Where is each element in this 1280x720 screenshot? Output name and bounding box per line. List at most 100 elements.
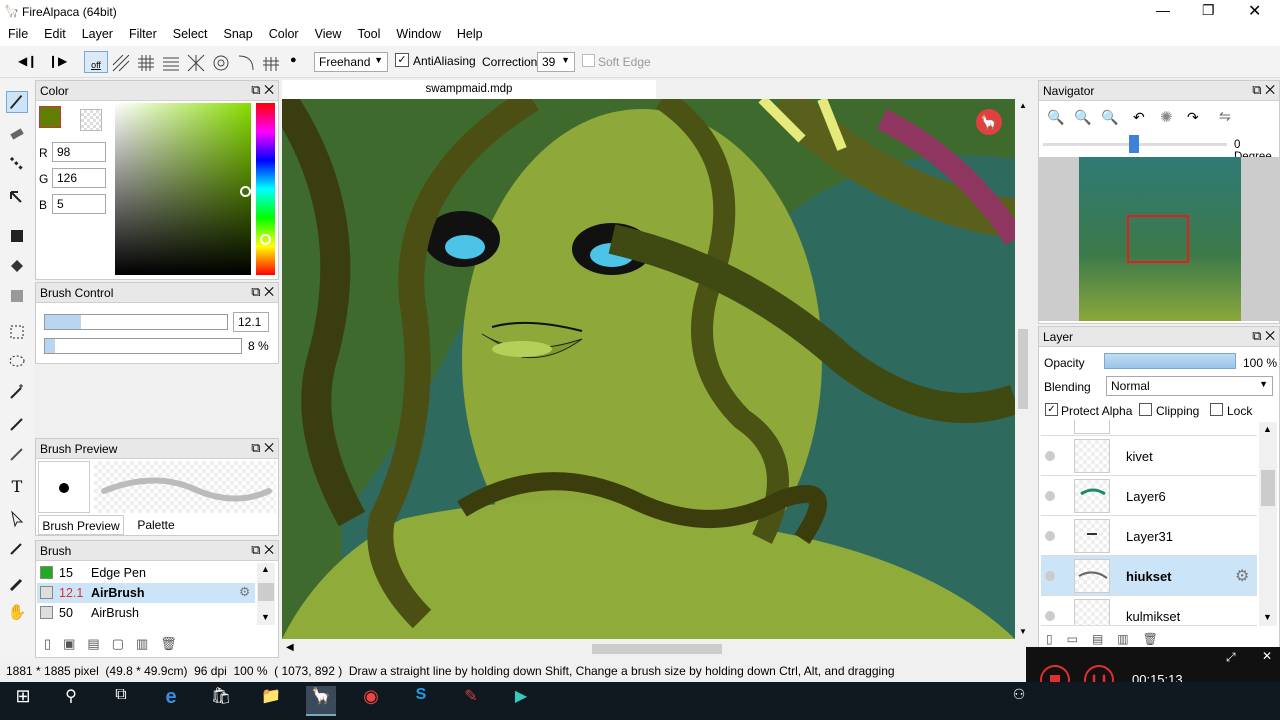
firealpaca-taskbar-icon[interactable]: 🦙 bbox=[306, 686, 336, 716]
chevron-up-icon[interactable]: ▲ bbox=[1019, 101, 1027, 110]
chrome-icon[interactable]: ◉ bbox=[356, 686, 386, 716]
operation-tool-icon[interactable] bbox=[6, 507, 28, 529]
brush-item-selected[interactable]: 12.1 AirBrush ⚙ bbox=[37, 583, 255, 603]
rotate-right-icon[interactable]: ↷ bbox=[1187, 109, 1199, 126]
file-explorer-icon[interactable]: 📁 bbox=[256, 686, 286, 716]
tab-palette[interactable]: Palette bbox=[128, 515, 184, 535]
menu-filter[interactable]: Filter bbox=[121, 24, 165, 41]
layer-row[interactable]: Layer31 bbox=[1041, 516, 1257, 556]
rotate-reset-icon[interactable]: ✺ bbox=[1160, 108, 1173, 126]
task-view-icon[interactable]: ⧉ bbox=[106, 686, 136, 716]
brush-opacity-slider[interactable] bbox=[44, 338, 242, 354]
gear-icon[interactable]: ⚙ bbox=[239, 584, 250, 599]
chevron-up-icon[interactable]: ▲ bbox=[261, 564, 270, 574]
layer-opacity-slider[interactable] bbox=[1104, 353, 1236, 369]
dot-tool-icon[interactable] bbox=[6, 153, 28, 175]
visibility-icon[interactable] bbox=[1045, 491, 1055, 501]
tab-brush-preview[interactable]: Brush Preview bbox=[38, 515, 124, 535]
transparent-swatch[interactable] bbox=[80, 109, 102, 131]
color-picker-handle[interactable] bbox=[240, 186, 251, 197]
search-icon[interactable]: ⚲ bbox=[56, 686, 86, 716]
drawing-canvas[interactable]: 🦙 bbox=[282, 99, 1015, 639]
b-input[interactable]: 5 bbox=[52, 194, 106, 214]
panel-buttons[interactable]: ⧉ ✕ bbox=[251, 440, 274, 456]
antialiasing-checkbox[interactable]: ✓ bbox=[395, 53, 409, 67]
g-input[interactable]: 126 bbox=[52, 168, 106, 188]
color-saturation-field[interactable] bbox=[115, 103, 251, 275]
canvas-horizontal-scrollbar[interactable]: ◀ bbox=[282, 641, 1015, 657]
hand-tool-icon[interactable]: ✋ bbox=[6, 603, 28, 625]
brush-size-input[interactable]: 12.1 bbox=[233, 312, 269, 332]
zoom-out-icon[interactable]: 🔍 bbox=[1074, 109, 1091, 126]
layer-row-selected[interactable]: hiukset ⚙ bbox=[1041, 556, 1257, 596]
close-icon[interactable]: ✕ bbox=[1262, 649, 1272, 663]
hue-handle[interactable] bbox=[260, 234, 271, 245]
chevron-down-icon[interactable]: ▼ bbox=[261, 612, 270, 622]
layer-panel-actions[interactable]: ▯▭▤▥🗑 bbox=[1046, 632, 1172, 646]
bucket-tool-icon[interactable] bbox=[6, 255, 28, 277]
lasso-tool-icon[interactable] bbox=[6, 351, 28, 373]
brush-item[interactable]: 15 Edge Pen bbox=[37, 563, 255, 583]
brush-tool-icon[interactable] bbox=[6, 91, 28, 113]
canvas-vertical-scrollbar[interactable]: ▲ ▼ bbox=[1016, 99, 1030, 640]
app-icon[interactable]: ✎ bbox=[456, 686, 486, 716]
snap-radial-icon[interactable] bbox=[185, 52, 205, 72]
snap-perspective-icon[interactable] bbox=[260, 52, 280, 72]
menu-color[interactable]: Color bbox=[261, 24, 307, 41]
chevron-down-icon[interactable]: ▼ bbox=[1019, 627, 1027, 636]
snap-lines-icon[interactable] bbox=[160, 52, 180, 72]
lock-checkbox[interactable] bbox=[1210, 403, 1223, 416]
chevron-down-icon[interactable]: ▼ bbox=[1263, 612, 1272, 622]
chevron-left-icon[interactable]: ◀ bbox=[286, 642, 294, 653]
brush-list-scrollbar[interactable]: ▲ ▼ bbox=[257, 563, 275, 625]
text-tool-icon[interactable]: T bbox=[6, 477, 28, 499]
navigator-thumbnail-area[interactable] bbox=[1039, 157, 1279, 321]
skype-icon[interactable]: S bbox=[406, 686, 436, 716]
store-icon[interactable]: 🛍 bbox=[206, 686, 236, 716]
visibility-icon[interactable] bbox=[1045, 571, 1055, 581]
minimize-icon[interactable]: — bbox=[1156, 2, 1170, 18]
tab-swampmaid[interactable]: swampmaid.mdp bbox=[282, 80, 656, 99]
snap-curve-icon[interactable] bbox=[235, 52, 255, 72]
layer-row[interactable]: Layer6 bbox=[1041, 476, 1257, 516]
primary-color-swatch[interactable] bbox=[39, 106, 61, 128]
zoom-fit-icon[interactable]: 🔍 bbox=[1101, 109, 1118, 126]
chevron-up-icon[interactable]: ▲ bbox=[1263, 424, 1272, 434]
panel-buttons[interactable]: ⧉ ✕ bbox=[251, 82, 274, 98]
rotation-slider[interactable] bbox=[1043, 135, 1227, 153]
visibility-icon[interactable] bbox=[1045, 531, 1055, 541]
brush-size-slider[interactable] bbox=[44, 314, 228, 330]
people-icon[interactable]: ⚇ bbox=[1004, 686, 1034, 716]
menu-layer[interactable]: Layer bbox=[74, 24, 121, 41]
brush-mode-select[interactable]: Freehand ▼ bbox=[314, 52, 388, 72]
eraser-tool-icon[interactable] bbox=[6, 123, 28, 145]
snap-circle-icon[interactable] bbox=[210, 52, 230, 72]
hue-slider[interactable] bbox=[256, 103, 275, 275]
brush-item[interactable]: 50 AirBrush bbox=[37, 603, 255, 623]
snap-off-button[interactable]: off bbox=[84, 51, 108, 73]
panel-buttons[interactable]: ⧉ ✕ bbox=[251, 542, 274, 558]
snap-parallel-icon[interactable] bbox=[110, 52, 130, 72]
panel-buttons[interactable]: ⧉ ✕ bbox=[1252, 82, 1275, 98]
navigator-view-rect[interactable] bbox=[1127, 215, 1189, 263]
visibility-icon[interactable] bbox=[1045, 611, 1055, 621]
prev-icon[interactable]: ◀❙ bbox=[18, 54, 37, 68]
r-input[interactable]: 98 bbox=[52, 142, 106, 162]
flip-icon[interactable]: ⇋ bbox=[1219, 108, 1231, 125]
layer-row[interactable]: kulmikset bbox=[1041, 596, 1257, 626]
zoom-in-icon[interactable]: 🔍 bbox=[1047, 109, 1064, 126]
menu-tool[interactable]: Tool bbox=[349, 24, 388, 41]
menu-window[interactable]: Window bbox=[388, 24, 448, 41]
dropper-icon[interactable] bbox=[6, 573, 28, 595]
rotate-left-icon[interactable]: ↶ bbox=[1133, 109, 1145, 126]
menu-edit[interactable]: Edit bbox=[36, 24, 74, 41]
gear-icon[interactable]: ⚙ bbox=[1235, 566, 1249, 586]
select-tool-icon[interactable] bbox=[6, 321, 28, 343]
select-pen-icon[interactable] bbox=[6, 413, 28, 435]
snap-grid-icon[interactable] bbox=[135, 52, 155, 72]
menu-help[interactable]: Help bbox=[449, 24, 491, 41]
correction-select[interactable]: 39 ▼ bbox=[537, 52, 575, 72]
magic-wand-icon[interactable] bbox=[6, 381, 28, 403]
soft-edge-checkbox[interactable] bbox=[582, 54, 595, 67]
visibility-icon[interactable] bbox=[1045, 451, 1055, 461]
